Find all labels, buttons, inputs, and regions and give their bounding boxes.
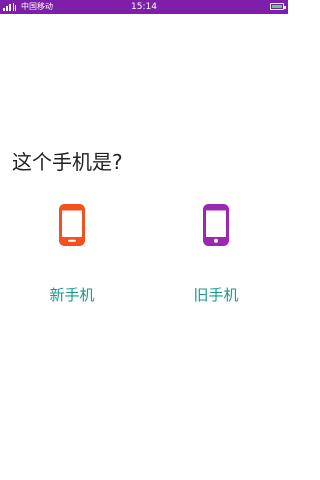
- page-question: 这个手机是?: [12, 150, 123, 174]
- status-bar: 中国移动 15:14: [0, 0, 288, 14]
- phone-icon: [203, 204, 229, 246]
- new-phone-label: 新手机: [49, 286, 95, 304]
- phone-icon: [59, 204, 85, 246]
- old-phone-label: 旧手机: [193, 286, 239, 304]
- new-phone-option[interactable]: 新手机: [22, 204, 122, 305]
- status-time: 15:14: [131, 2, 157, 12]
- battery-level: [272, 5, 282, 8]
- battery-icon: [270, 3, 286, 10]
- screen: 中国移动 15:14 这个手机是? 新手机 旧手机: [0, 0, 288, 480]
- old-phone-option[interactable]: 旧手机: [166, 204, 266, 305]
- battery-outline: [270, 3, 286, 10]
